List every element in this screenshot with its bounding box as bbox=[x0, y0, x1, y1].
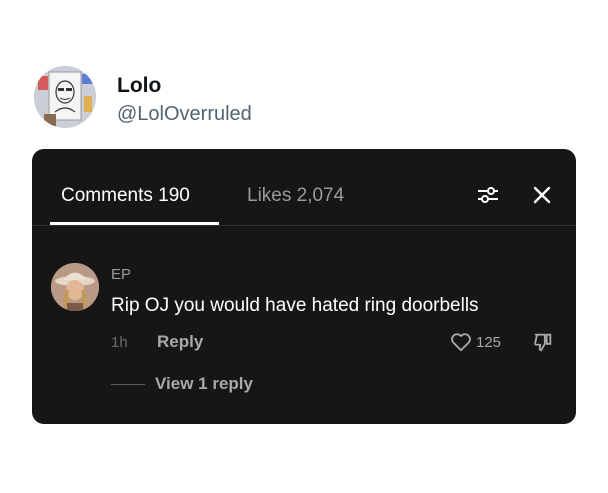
view-replies-button[interactable]: View 1 reply bbox=[155, 374, 253, 394]
commenter-avatar[interactable] bbox=[51, 263, 99, 311]
tweet-header: Lolo @LolOverruled bbox=[34, 66, 574, 132]
reply-button[interactable]: Reply bbox=[157, 332, 203, 352]
comment-username[interactable]: EP bbox=[111, 266, 131, 283]
tab-likes[interactable]: Likes 2,074 bbox=[247, 185, 344, 207]
like-count: 125 bbox=[476, 334, 502, 351]
comments-panel: Comments 190 Likes 2,074 EP Rip OJ you w… bbox=[32, 149, 576, 424]
tab-divider bbox=[32, 225, 576, 226]
comment-text: Rip OJ you would have hated ring doorbel… bbox=[111, 295, 479, 316]
user-handle[interactable]: @LolOverruled bbox=[117, 103, 252, 126]
display-name[interactable]: Lolo bbox=[117, 74, 161, 98]
comment-timestamp: 1h bbox=[111, 334, 128, 351]
replies-divider-line bbox=[111, 384, 145, 385]
tab-comments[interactable]: Comments 190 bbox=[61, 185, 190, 207]
dislike-icon[interactable] bbox=[532, 331, 554, 353]
filter-sliders-icon[interactable] bbox=[474, 181, 502, 209]
profile-avatar[interactable] bbox=[34, 66, 96, 128]
heart-icon[interactable] bbox=[450, 331, 472, 353]
close-icon[interactable] bbox=[528, 181, 556, 209]
